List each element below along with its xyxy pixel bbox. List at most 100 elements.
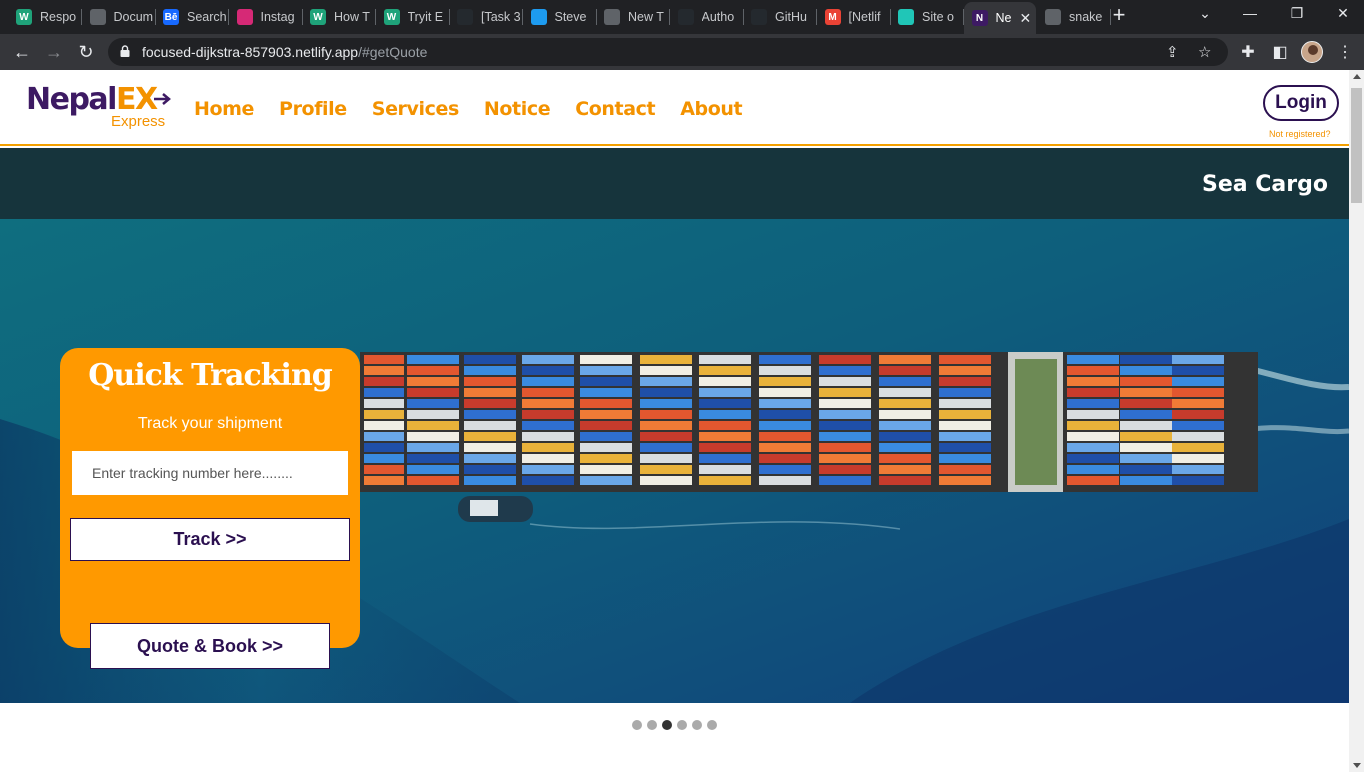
not-registered-link[interactable]: Not registered?: [1269, 129, 1331, 139]
nav-link-contact[interactable]: Contact: [575, 98, 655, 120]
browser-tab[interactable]: M [Netlif: [817, 4, 891, 30]
globe-icon: [89, 9, 106, 25]
browser-tab[interactable]: Autho: [670, 4, 744, 30]
slider-dot[interactable]: [677, 720, 687, 730]
nav-link-profile[interactable]: Profile: [279, 98, 347, 120]
tracking-title: Quick Tracking: [88, 358, 332, 393]
scroll-down-arrow[interactable]: [1353, 763, 1361, 768]
nepalex-logo[interactable]: NepalEX Express: [26, 82, 176, 132]
twitter-icon: [530, 9, 547, 25]
nav-link-services[interactable]: Services: [372, 98, 460, 120]
tab-title: Instag: [260, 10, 295, 24]
tab-title: New T: [628, 10, 664, 24]
tab-title: [Netlif: [848, 10, 881, 24]
scroll-thumb[interactable]: [1351, 88, 1362, 203]
slider-dots: [632, 720, 722, 730]
forward-icon[interactable]: →: [42, 40, 66, 64]
slider-dot[interactable]: [707, 720, 717, 730]
tracking-number-input[interactable]: [72, 451, 348, 495]
new-tab-button[interactable]: +: [1108, 4, 1130, 26]
tab-title: Search: [187, 10, 227, 24]
netlify-icon: [898, 9, 914, 25]
logo-nepal: Nepal: [26, 82, 117, 117]
browser-tab[interactable]: New T: [596, 4, 670, 30]
tab-title: How T: [334, 10, 370, 24]
scroll-up-arrow[interactable]: [1353, 74, 1361, 79]
browser-tab[interactable]: W Tryit E: [376, 4, 450, 30]
back-icon[interactable]: ←: [10, 40, 34, 64]
browser-tab[interactable]: W Respo: [8, 4, 82, 30]
site-header: NepalEX Express Home Profile Services Notic…: [0, 70, 1349, 146]
webflow-icon: W: [16, 9, 32, 25]
profile-avatar[interactable]: [1301, 41, 1323, 63]
globe-icon: [1045, 9, 1061, 25]
github-icon: [751, 9, 767, 25]
instagram-icon: [236, 9, 253, 25]
logo-arrow-icon: [154, 93, 171, 105]
nav-link-about[interactable]: About: [680, 98, 742, 120]
hero-title: Sea Cargo: [1202, 172, 1328, 197]
tab-title: Ne: [995, 11, 1012, 25]
minimize-icon[interactable]: —: [1240, 5, 1260, 21]
side-panel-icon[interactable]: ◧: [1270, 42, 1290, 62]
tracking-subtitle: Track your shipment: [137, 415, 283, 432]
tab-title: Docum: [113, 10, 154, 24]
quick-tracking-card: Quick Tracking Track your shipment Track…: [60, 348, 360, 648]
address-bar[interactable]: focused-dijkstra-857903.netlify.app/#get…: [108, 38, 1228, 66]
quote-book-button[interactable]: Quote & Book >>: [90, 623, 330, 669]
nav-link-home[interactable]: Home: [194, 98, 254, 120]
track-button[interactable]: Track >>: [70, 518, 350, 561]
browser-tab[interactable]: N Ne ✕: [963, 2, 1036, 34]
webflow-icon: W: [383, 9, 400, 25]
tab-title: Autho: [701, 10, 735, 24]
slider-dot[interactable]: [647, 720, 657, 730]
login-button[interactable]: Login: [1263, 85, 1339, 121]
browser-tab[interactable]: GitHu: [743, 4, 817, 30]
slider-dot[interactable]: [692, 720, 702, 730]
browser-tab[interactable]: W How T: [302, 4, 376, 30]
nav-link-notice[interactable]: Notice: [484, 98, 551, 120]
slider-dot[interactable]: [632, 720, 642, 730]
hero-slider: Sea Cargo Quick Tracking Track your ship…: [0, 148, 1349, 703]
tab-title: snake: [1069, 10, 1103, 24]
browser-tab[interactable]: snake: [1037, 4, 1111, 30]
tab-search-icon[interactable]: ⌄: [1195, 5, 1215, 22]
page-scrollbar[interactable]: [1349, 70, 1364, 772]
logo-subtitle: Express: [111, 113, 166, 130]
tab-title: [Task 3: [481, 10, 521, 24]
tab-title: Respo: [40, 10, 77, 24]
reload-icon[interactable]: ↻: [74, 40, 98, 64]
logo-wordmark: NepalEX: [26, 82, 158, 117]
slider-dot[interactable]: [662, 720, 672, 730]
browser-tab[interactable]: Steve: [523, 4, 597, 30]
nepalex-icon: N: [971, 10, 988, 26]
webflow-icon: W: [310, 9, 326, 25]
maximize-icon[interactable]: ❐: [1287, 5, 1307, 22]
bookmark-star-icon[interactable]: ☆: [1198, 43, 1211, 61]
lock-icon: [120, 45, 130, 57]
tab-title: Steve: [554, 10, 587, 24]
github-icon: [457, 9, 473, 25]
extensions-icon[interactable]: ✚: [1238, 42, 1258, 62]
behance-icon: Bē: [163, 9, 179, 25]
browser-tab-strip: W Respo Docum Bē Search Instag W How T W Tryit E […: [0, 0, 1364, 34]
browser-toolbar: ← → ↻ focused-dijkstra-857903.netlify.ap…: [0, 34, 1364, 70]
share-icon[interactable]: ⇪: [1166, 43, 1179, 61]
tab-title: Site o: [922, 10, 954, 24]
chrome-icon: [604, 9, 620, 25]
page-viewport: NepalEX Express Home Profile Services Notic…: [0, 70, 1364, 772]
close-window-icon[interactable]: ✕: [1333, 5, 1353, 22]
main-nav: Home Profile Services Notice Contact About: [194, 98, 767, 120]
browser-tab[interactable]: Instag: [229, 4, 303, 30]
browser-tab[interactable]: Site o: [890, 4, 964, 30]
browser-tab[interactable]: Bē Search: [155, 4, 229, 30]
tab-title: GitHu: [775, 10, 807, 24]
close-tab-icon[interactable]: ✕: [1020, 10, 1032, 27]
browser-tab[interactable]: [Task 3: [449, 4, 523, 30]
browser-menu-icon[interactable]: ⋮: [1335, 42, 1355, 62]
tab-title: Tryit E: [407, 10, 444, 24]
github-icon: [677, 9, 694, 25]
browser-tab[interactable]: Docum: [82, 4, 156, 30]
logo-ex: EX: [115, 82, 158, 117]
hero-title-band: Sea Cargo: [0, 148, 1349, 219]
